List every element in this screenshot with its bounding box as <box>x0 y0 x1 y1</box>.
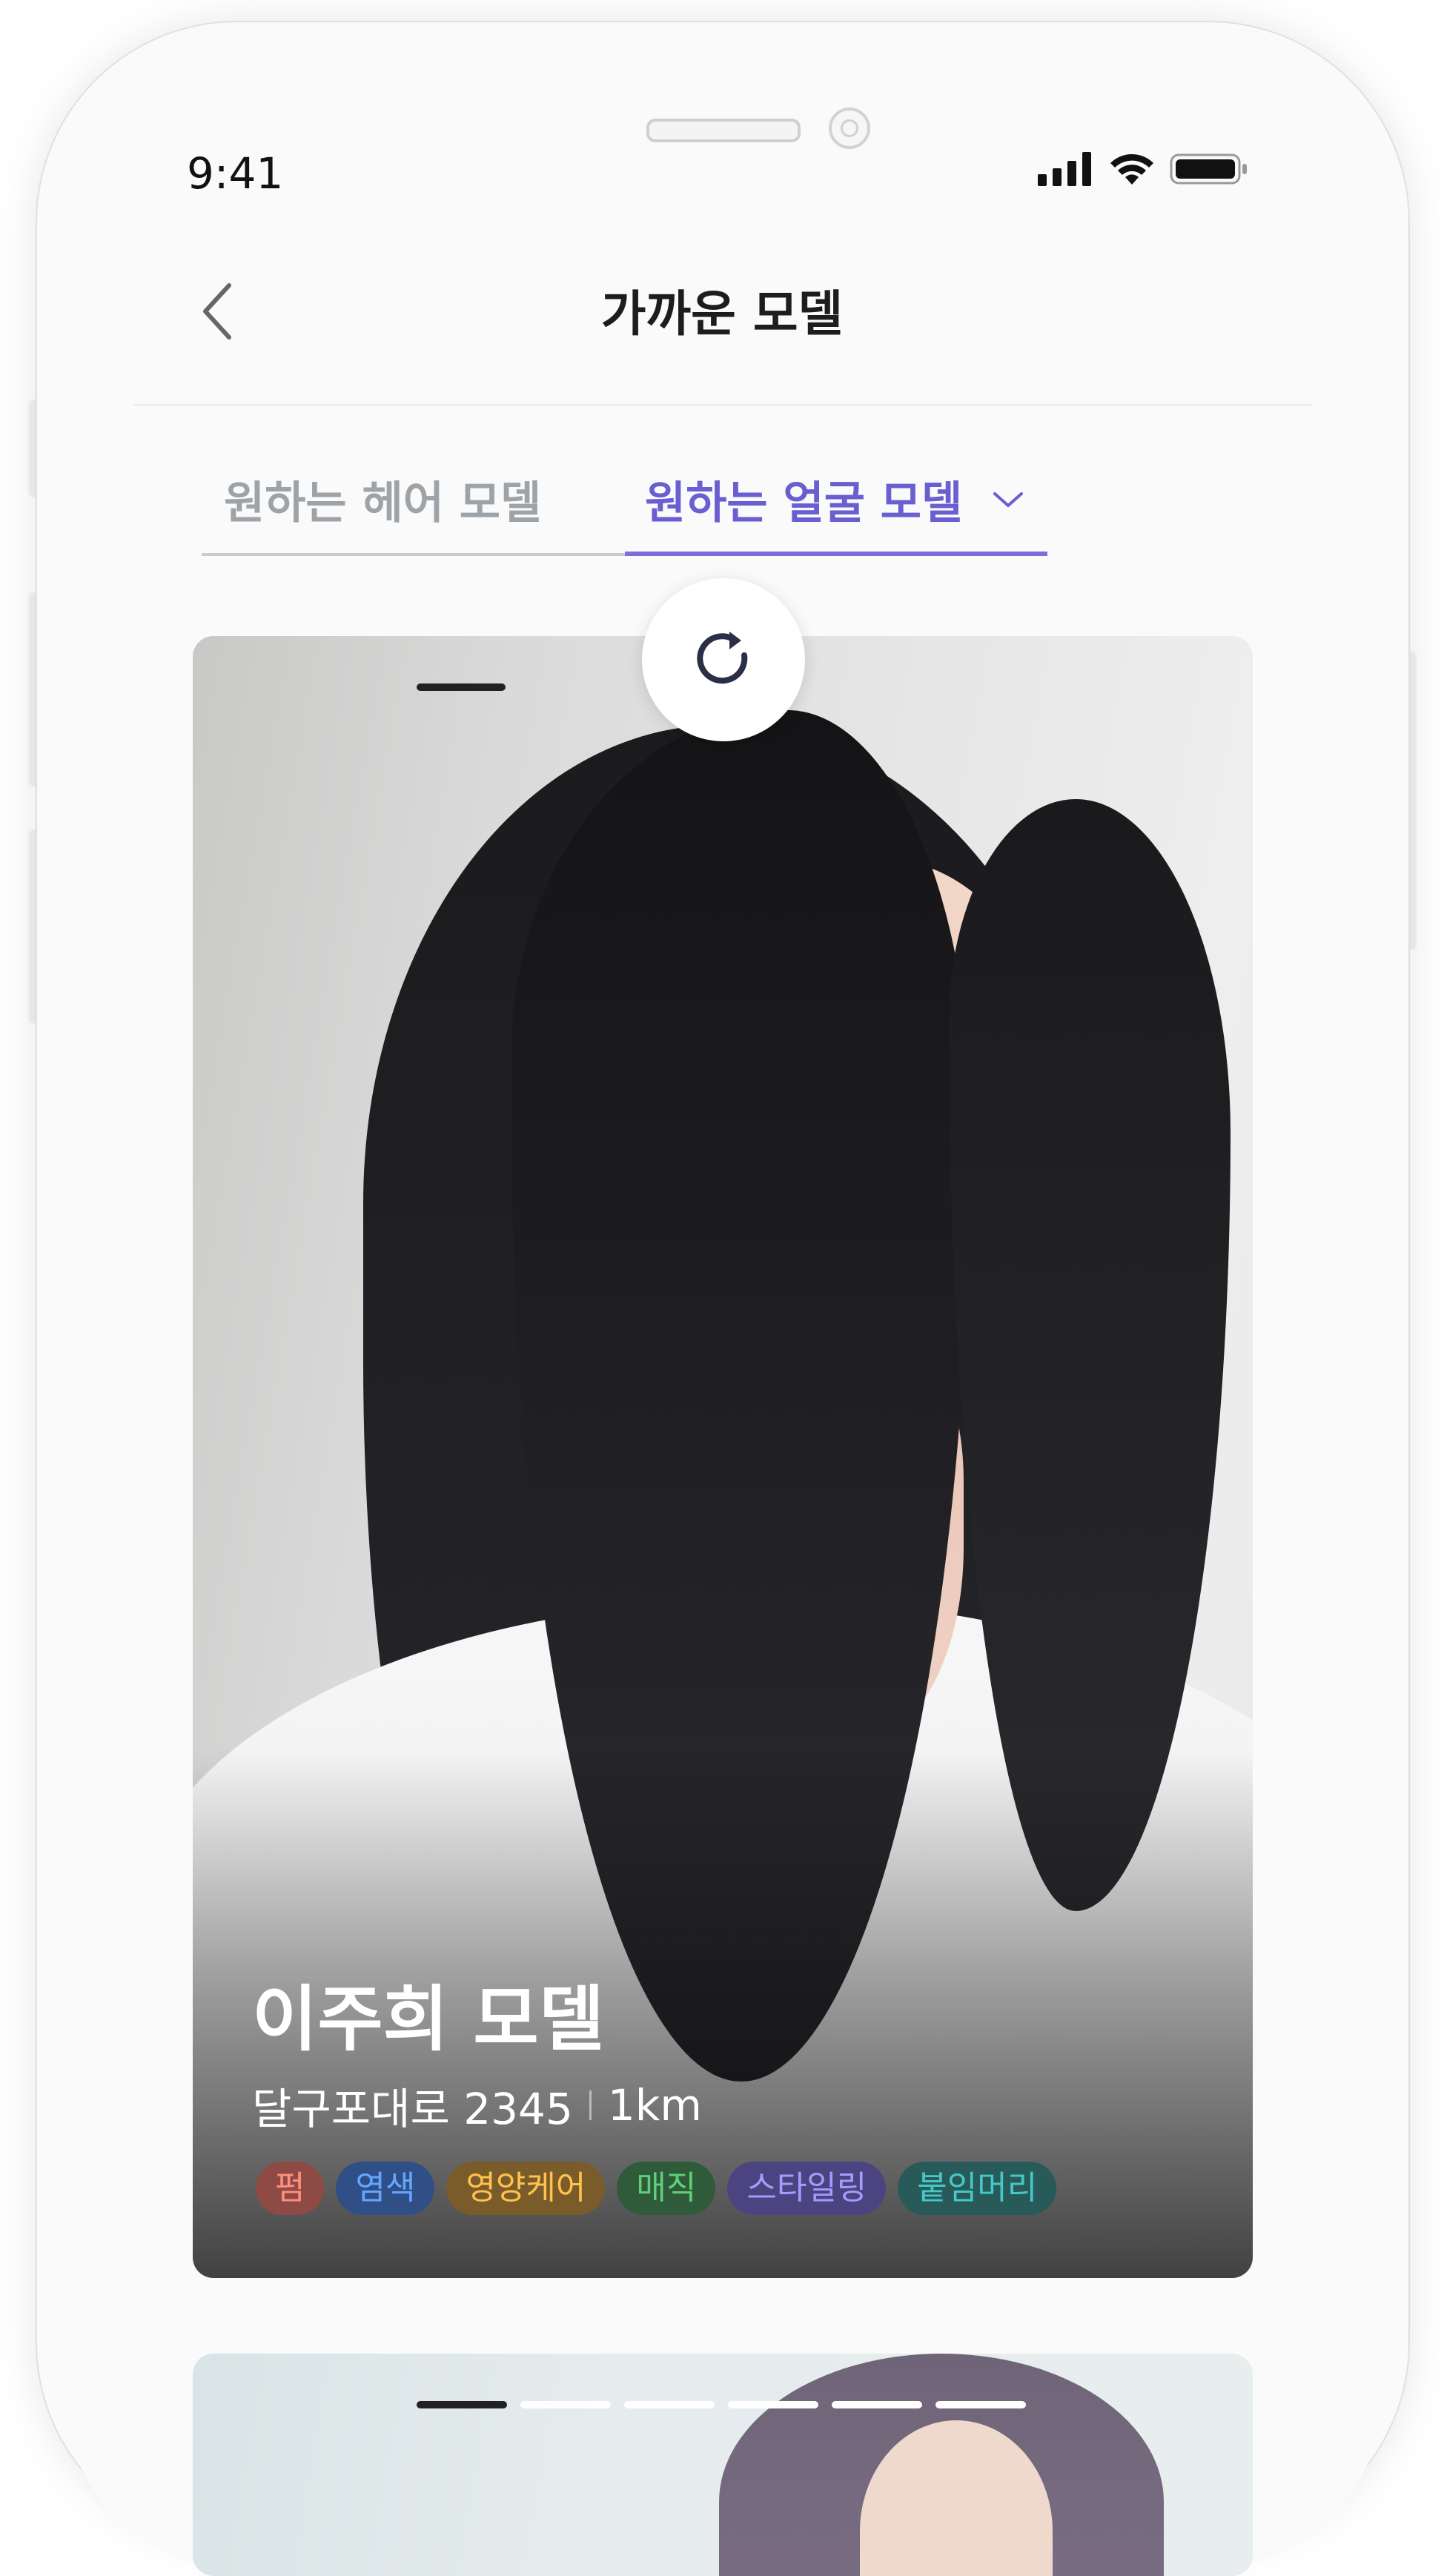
info-separator <box>589 2090 592 2120</box>
model-info: 달구포대로 2345 1km <box>252 2074 702 2136</box>
progress-segment <box>935 2401 1026 2408</box>
status-time: 9:41 <box>187 148 284 199</box>
tab-face-model-label: 원하는 얼굴 모델 <box>645 477 963 529</box>
progress-segment <box>624 2401 715 2408</box>
tag-extensions: 붙임머리 <box>898 2162 1057 2215</box>
wifi-icon <box>1110 153 1153 185</box>
refresh-icon <box>697 632 748 684</box>
signal-icon <box>1038 152 1091 186</box>
tag-color: 염색 <box>336 2162 435 2215</box>
tab-hair-model[interactable]: 원하는 헤어 모델 <box>224 467 541 532</box>
progress-segment <box>728 2401 818 2408</box>
battery-icon <box>1170 153 1247 185</box>
refresh-button[interactable] <box>642 578 805 741</box>
active-tab-indicator <box>625 552 1047 556</box>
model-address: 달구포대로 2345 <box>252 2084 573 2134</box>
photo-progress-indicator <box>417 683 506 691</box>
service-tags: 펌 염색 영양케어 매직 스타일링 붙임머리 <box>256 2162 1057 2215</box>
progress-segment <box>832 2401 922 2408</box>
tab-face-model[interactable]: 원하는 얼굴 모델 <box>645 467 1024 532</box>
progress-segment <box>520 2401 611 2408</box>
model-card[interactable]: 이주희 모델 달구포대로 2345 1km 펌 염색 영양케어 매직 스타일링 … <box>193 636 1253 2278</box>
model-card-next[interactable] <box>193 2354 1253 2576</box>
page-title: 가까운 모델 <box>600 285 844 342</box>
speaker-grille <box>646 119 801 142</box>
model-name: 이주희 모델 <box>252 1978 605 2061</box>
chevron-down-icon <box>993 491 1024 507</box>
status-icons <box>1038 152 1248 186</box>
tag-magic: 매직 <box>617 2162 716 2215</box>
front-camera <box>829 107 870 149</box>
photo-progress-indicator <box>417 2401 1026 2408</box>
tag-perm: 펌 <box>256 2162 325 2215</box>
tag-styling: 스타일링 <box>727 2162 887 2215</box>
header-divider <box>133 404 1312 405</box>
progress-segment <box>417 2401 507 2408</box>
tag-nutrition-care: 영양케어 <box>446 2162 606 2215</box>
model-distance: 1km <box>607 2080 702 2130</box>
